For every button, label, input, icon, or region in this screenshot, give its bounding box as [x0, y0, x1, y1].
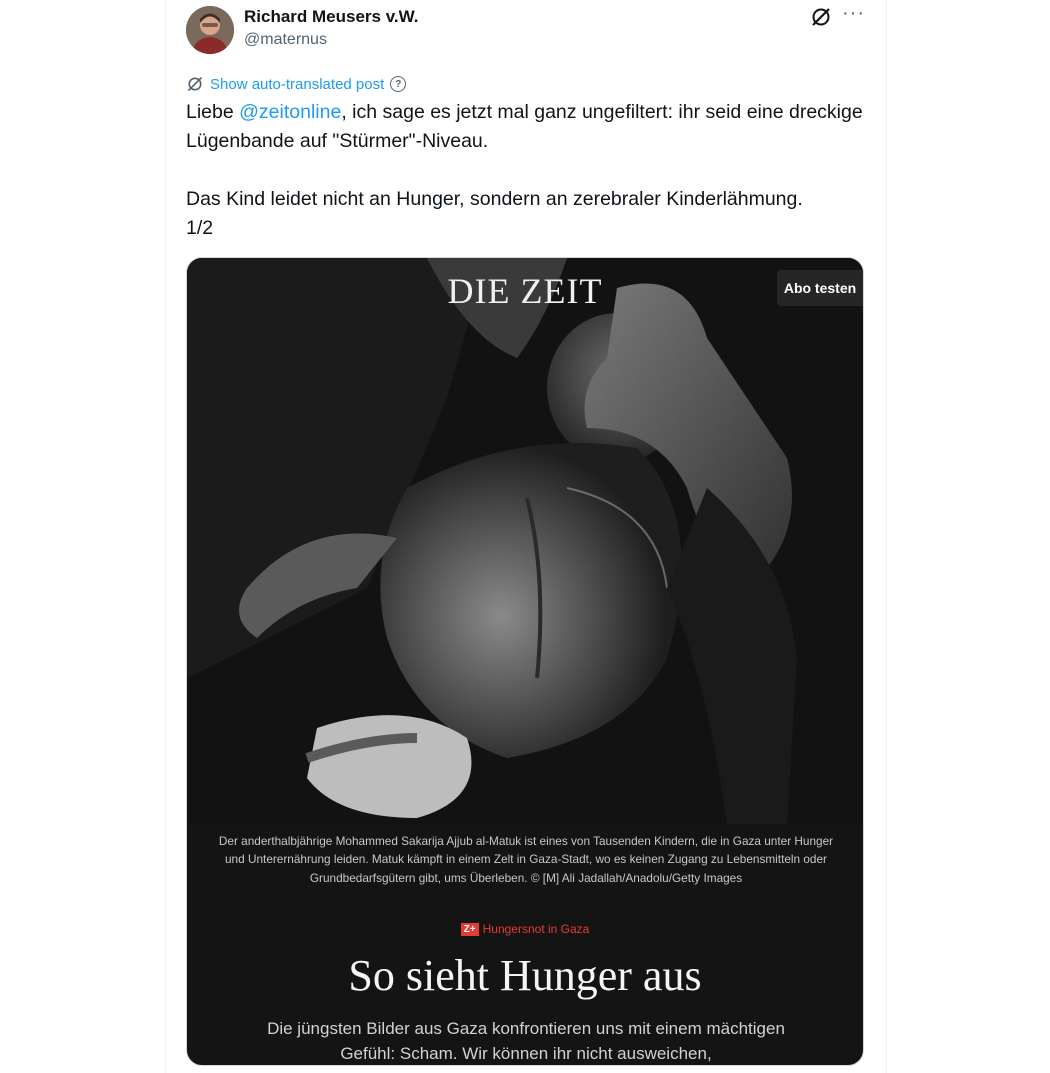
- tweet-text: Liebe @zeitonline, ich sage es jetzt mal…: [186, 98, 866, 243]
- article-headline: So sieht Hunger aus: [348, 951, 702, 1000]
- tweet-text-prefix: Liebe: [186, 101, 240, 123]
- article-kicker: Z+ Hungersnot in Gaza: [187, 922, 863, 936]
- help-icon[interactable]: ?: [390, 76, 407, 92]
- show-translation-link[interactable]: Show auto-translated post ?: [186, 74, 407, 94]
- thread-counter: 1/2: [186, 217, 214, 239]
- more-icon[interactable]: ···: [842, 2, 865, 25]
- author-name[interactable]: Richard Meusers v.W.: [244, 7, 418, 27]
- news-photo: [187, 258, 863, 824]
- tweet-text-p2: Das Kind leidet nicht an Hunger, sondern…: [186, 188, 803, 210]
- tweet-paragraph-2: Das Kind leidet nicht an Hunger, sondern…: [186, 185, 866, 243]
- grok-icon[interactable]: [810, 6, 832, 28]
- show-translation-label[interactable]: Show auto-translated post: [210, 76, 384, 93]
- zeit-logo: DIE ZEIT: [447, 271, 603, 311]
- article-teaser: Die jüngsten Bilder aus Gaza konfrontier…: [267, 1019, 785, 1063]
- author-handle[interactable]: @maternus: [244, 31, 327, 49]
- attached-image[interactable]: DIE ZEIT Abo testen Der anderthalbjährig…: [186, 257, 864, 1066]
- mention-link[interactable]: @zeitonline: [239, 101, 341, 123]
- photo-caption: Der anderthalbjährige Mohammed Sakarija …: [218, 834, 834, 885]
- tweet-paragraph-1: Liebe @zeitonline, ich sage es jetzt mal…: [186, 98, 866, 156]
- kicker-text: Hungersnot in Gaza: [482, 922, 590, 936]
- zplus-badge: Z+: [460, 923, 479, 936]
- avatar[interactable]: [186, 6, 234, 54]
- abo-testen-button[interactable]: Abo testen: [777, 270, 863, 306]
- translate-icon: [187, 76, 203, 92]
